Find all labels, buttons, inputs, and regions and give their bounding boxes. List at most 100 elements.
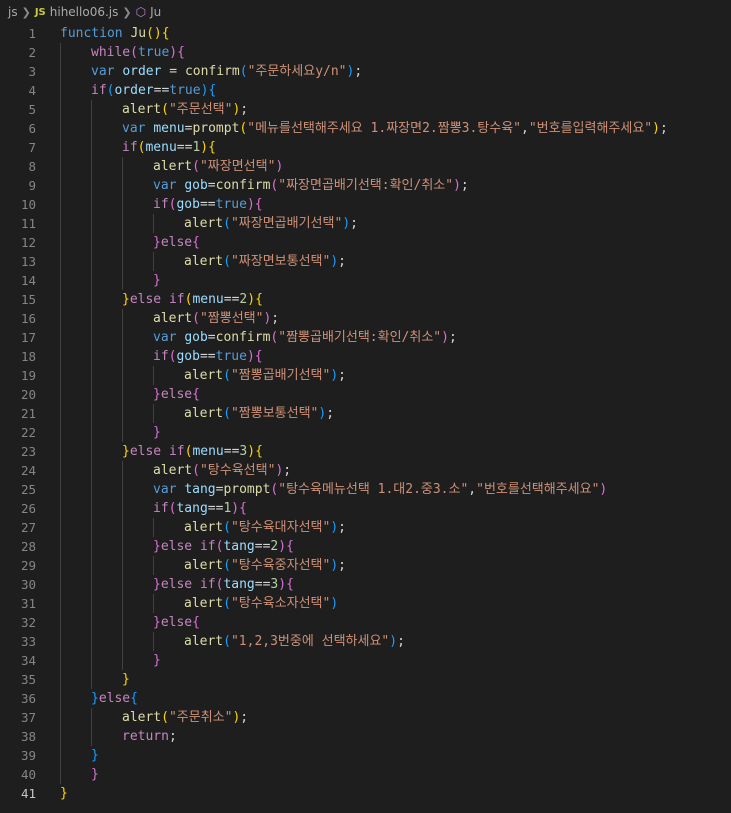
code-line[interactable]: 28}else if(tang==2){	[0, 537, 731, 556]
code-line[interactable]: 21 alert("짬뽕보통선택");	[0, 404, 731, 423]
code-content: alert("짬뽕곱배기선택");	[36, 366, 346, 385]
indent-guide	[60, 518, 91, 537]
code-line[interactable]: 35}	[0, 670, 731, 689]
line-number: 39	[20, 748, 36, 763]
code-token: }	[122, 444, 130, 459]
indent-guide	[122, 537, 153, 556]
code-content: if(tang==1){	[36, 499, 247, 518]
code-editor[interactable]: 1 function Ju(){2 while(true){3 var order =…	[0, 24, 731, 803]
code-line[interactable]: 14}	[0, 271, 731, 290]
code-token: (	[161, 102, 169, 117]
code-line[interactable]: 26 if(tang==1){	[0, 499, 731, 518]
code-line[interactable]: 20}else{	[0, 385, 731, 404]
code-line[interactable]: 18 if(gob==true){	[0, 347, 731, 366]
code-content: alert("주문취소");	[36, 708, 248, 727]
indent-guide	[60, 404, 91, 423]
indent-guide	[153, 594, 184, 613]
code-line[interactable]: 11 alert("짜장면곱배기선택");	[0, 214, 731, 233]
code-line[interactable]: 32}else{	[0, 613, 731, 632]
code-token: )	[246, 197, 255, 212]
code-line[interactable]: 12}else{	[0, 233, 731, 252]
code-line[interactable]: 38 return;	[0, 727, 731, 746]
code-line[interactable]: 39}	[0, 746, 731, 765]
code-token: else	[160, 615, 193, 630]
code-line[interactable]: 1 function Ju(){	[0, 24, 731, 43]
code-line[interactable]: 2 while(true){	[0, 43, 731, 62]
code-line[interactable]: 23}else if(menu==3){	[0, 442, 731, 461]
breadcrumb-file[interactable]: hihello06.js	[50, 5, 119, 19]
code-line[interactable]: 25 var tang=prompt("탕수육메뉴선택 1.대2.중3.소","번…	[0, 480, 731, 499]
code-line[interactable]: 13 alert("짜장면보통선택");	[0, 252, 731, 271]
indent-guide	[122, 328, 153, 347]
indent-guide	[60, 81, 91, 100]
code-line[interactable]: 40}	[0, 765, 731, 784]
code-token: else	[160, 387, 193, 402]
code-line[interactable]: 29 alert("탕수육중자선택");	[0, 556, 731, 575]
line-number: 24	[20, 463, 36, 478]
indent-guide	[91, 347, 122, 366]
breadcrumb-symbol[interactable]: Ju	[150, 5, 161, 19]
code-token: {	[130, 691, 138, 706]
code-line[interactable]: 15}else if(menu==2){	[0, 290, 731, 309]
indent-guide	[91, 157, 122, 176]
indent-guide	[91, 100, 122, 119]
line-number: 10	[20, 197, 36, 212]
indent-guide	[153, 404, 184, 423]
code-token: ;	[326, 406, 335, 421]
code-line[interactable]: 8 alert("짜장면선택")	[0, 157, 731, 176]
code-line[interactable]: 37 alert("주문취소");	[0, 708, 731, 727]
code-line[interactable]: 22}	[0, 423, 731, 442]
code-token: ==	[254, 539, 271, 554]
indent-guide	[122, 309, 153, 328]
code-line[interactable]: 16 alert("짬뽕선택");	[0, 309, 731, 328]
indent-guide	[60, 366, 91, 385]
indent-guide	[122, 176, 153, 195]
code-line[interactable]: 31 alert("탕수육소자선택")	[0, 594, 731, 613]
code-line[interactable]: 34}	[0, 651, 731, 670]
code-token: ()	[146, 26, 162, 41]
code-content: alert("탕수육대자선택");	[36, 518, 346, 537]
code-token: "짬뽕곱배기선택:확인/취소"	[278, 330, 442, 345]
line-number: 34	[20, 653, 36, 668]
code-token: confirm	[184, 64, 240, 79]
code-content: var order = confirm("주문하세요y/n");	[36, 62, 362, 81]
code-line[interactable]: 33 alert("1,2,3번중에 선택하세요");	[0, 632, 731, 651]
code-line[interactable]: 24 alert("탕수육선택");	[0, 461, 731, 480]
code-line[interactable]: 5 alert("주문선택");	[0, 100, 731, 119]
code-token: confirm	[215, 178, 271, 193]
code-line[interactable]: 9 var gob=confirm("짜장면곱배기선택:확인/취소");	[0, 176, 731, 195]
code-content: }	[36, 746, 99, 765]
code-line[interactable]: 4 if(order==true){	[0, 81, 731, 100]
code-content: }	[36, 670, 130, 689]
code-token: ;	[448, 330, 457, 345]
code-line[interactable]: 19 alert("짬뽕곱배기선택");	[0, 366, 731, 385]
breadcrumb-folder[interactable]: js	[8, 5, 18, 19]
code-content: }	[36, 784, 68, 803]
code-line[interactable]: 36}else{	[0, 689, 731, 708]
indent-guide	[91, 195, 122, 214]
indent-guide	[153, 252, 184, 271]
code-token: true	[137, 45, 170, 60]
code-content: return;	[36, 727, 177, 746]
code-line[interactable]: 10 if(gob==true){	[0, 195, 731, 214]
code-line[interactable]: 41}	[0, 784, 731, 803]
code-token: prompt	[192, 121, 240, 136]
line-number: 31	[20, 596, 36, 611]
code-token: )	[246, 349, 255, 364]
indent-guide	[91, 176, 122, 195]
code-line[interactable]: 6 var menu=prompt("메뉴를선택해주세요 1.짜장면2.짬뽕3.탕…	[0, 119, 731, 138]
indent-guide	[122, 347, 153, 366]
code-token: (	[223, 254, 231, 269]
code-token: }	[153, 273, 161, 288]
code-line[interactable]: 30}else if(tang==3){	[0, 575, 731, 594]
indent-guide	[60, 651, 91, 670]
indent-guide	[122, 271, 153, 290]
code-line[interactable]: 27 alert("탕수육대자선택");	[0, 518, 731, 537]
indent-guide	[60, 613, 91, 632]
code-line[interactable]: 3 var order = confirm("주문하세요y/n");	[0, 62, 731, 81]
code-content: alert("탕수육중자선택");	[36, 556, 346, 575]
code-token: "짬뽕선택"	[199, 311, 264, 326]
code-line[interactable]: 7 if(menu==1){	[0, 138, 731, 157]
code-token: )	[231, 501, 240, 516]
code-line[interactable]: 17 var gob=confirm("짬뽕곱배기선택:확인/취소");	[0, 328, 731, 347]
